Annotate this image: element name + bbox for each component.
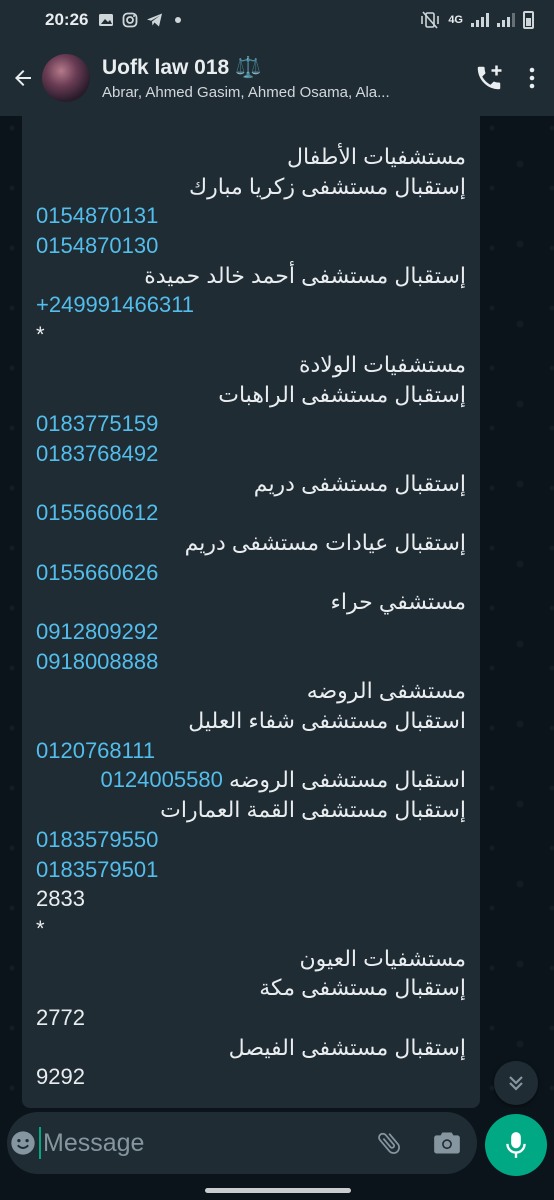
- message-line: *: [36, 322, 45, 348]
- phone-link[interactable]: 0154870131: [36, 201, 466, 231]
- instagram-icon: [123, 12, 138, 28]
- camera-button[interactable]: [433, 1130, 461, 1156]
- message-line: مستشفيات الأطفال: [287, 144, 466, 169]
- signal-2-icon: [497, 13, 515, 27]
- home-gesture-handle[interactable]: [205, 1188, 351, 1193]
- navigation-bar: [0, 1180, 554, 1200]
- phone-link[interactable]: 0912809292: [36, 617, 466, 647]
- more-vert-icon: [529, 67, 535, 89]
- image-icon: [99, 14, 114, 26]
- message-bubble[interactable]: مستشفيات الأطفال إستقبال مستشفى زكريا مبا…: [22, 116, 480, 1108]
- voice-record-button[interactable]: [485, 1114, 547, 1176]
- group-avatar[interactable]: [42, 54, 90, 102]
- message-line: إستقبال مستشفى أحمد خالد حميدة: [144, 262, 466, 288]
- phone-link[interactable]: 0183579501: [36, 855, 466, 885]
- group-name: Uofk law 018 ⚖️: [102, 55, 262, 79]
- dot-icon: [175, 17, 182, 23]
- telegram-icon: [147, 13, 163, 27]
- group-members: Abrar, Ahmed Gasim, Ahmed Osama, Ala...: [102, 83, 390, 101]
- phone-link[interactable]: 0183775159: [36, 409, 466, 439]
- phone-link[interactable]: +249991466311: [36, 290, 466, 320]
- phone-link[interactable]: 0183768492: [36, 439, 466, 469]
- phone-link[interactable]: 0154870130: [36, 231, 466, 261]
- message-line: مستشفيات الولادة: [298, 351, 466, 377]
- phone-link[interactable]: 0155660626: [36, 558, 466, 588]
- add-call-button[interactable]: [474, 63, 504, 93]
- scroll-to-bottom-button[interactable]: [494, 1061, 538, 1105]
- double-chevron-down-icon: [509, 1076, 523, 1091]
- message-line: مستشفي حراء: [330, 589, 466, 615]
- input-bar: [0, 1108, 554, 1180]
- phone-plus-icon: [477, 65, 502, 90]
- message-line: مستشفى الروضه: [306, 678, 466, 704]
- chat-area[interactable]: مستشفيات الأطفال إستقبال مستشفى زكريا مبا…: [0, 116, 554, 1108]
- more-options-button[interactable]: [528, 66, 536, 90]
- message-line: إستقبال مستشفى الفيصل: [228, 1034, 466, 1060]
- emoji-icon: [11, 1131, 35, 1155]
- message-line: 2833: [36, 886, 85, 912]
- message-line: *: [36, 915, 45, 941]
- message-line: إستقبال مستشفى القمة العمارات: [160, 797, 466, 823]
- emoji-button[interactable]: [7, 1129, 39, 1157]
- system-icons: 4G: [420, 11, 534, 29]
- message-line: مستشفيات العيون: [299, 945, 466, 971]
- phone-link[interactable]: 0183579550: [36, 825, 466, 855]
- message-line: إستقبال مستشفى دريم: [253, 470, 466, 496]
- input-pill: [7, 1112, 477, 1174]
- arrow-left-icon: [15, 70, 31, 86]
- status-time: 20:26: [45, 10, 89, 29]
- status-bar: 20:26 4G: [0, 0, 554, 40]
- back-button[interactable]: [4, 58, 42, 98]
- phone-link[interactable]: 0918008888: [36, 647, 466, 677]
- phone-link[interactable]: 0120768111: [36, 736, 466, 766]
- battery-icon: [523, 11, 534, 29]
- message-line-text: استقبال مستشفى الروضه: [228, 767, 466, 793]
- network-type: 4G: [448, 14, 463, 26]
- chat-header: Uofk law 018 ⚖️ Abrar, Ahmed Gasim, Ahme…: [0, 40, 554, 116]
- message-input[interactable]: [39, 1127, 365, 1159]
- message-line: 2772: [36, 1004, 85, 1030]
- message-line[interactable]: استقبال مستشفى الروضه 0124005580: [36, 765, 466, 795]
- notification-icons: [98, 12, 182, 28]
- phone-link[interactable]: 0124005580: [100, 767, 222, 792]
- message-line: إستقبال مستشفى الراهبات: [218, 381, 466, 407]
- message-line: إستقبال مستشفى زكريا مبارك: [188, 173, 466, 199]
- camera-icon: [434, 1132, 460, 1154]
- phone-link[interactable]: 0155660612: [36, 498, 466, 528]
- group-info[interactable]: Uofk law 018 ⚖️ Abrar, Ahmed Gasim, Ahme…: [102, 56, 442, 101]
- message-line: إستقبال مستشفى مكة: [259, 975, 466, 1001]
- message-line: 9292: [36, 1064, 85, 1090]
- vibrate-icon: [421, 11, 440, 29]
- signal-icon: [471, 13, 489, 27]
- message-line: استقبال مستشفى شفاء العليل: [188, 708, 466, 734]
- attach-button[interactable]: [375, 1129, 403, 1157]
- paperclip-icon: [378, 1132, 400, 1154]
- message-line: إستقبال عيادات مستشفى دريم: [184, 529, 466, 555]
- microphone-icon: [506, 1132, 526, 1158]
